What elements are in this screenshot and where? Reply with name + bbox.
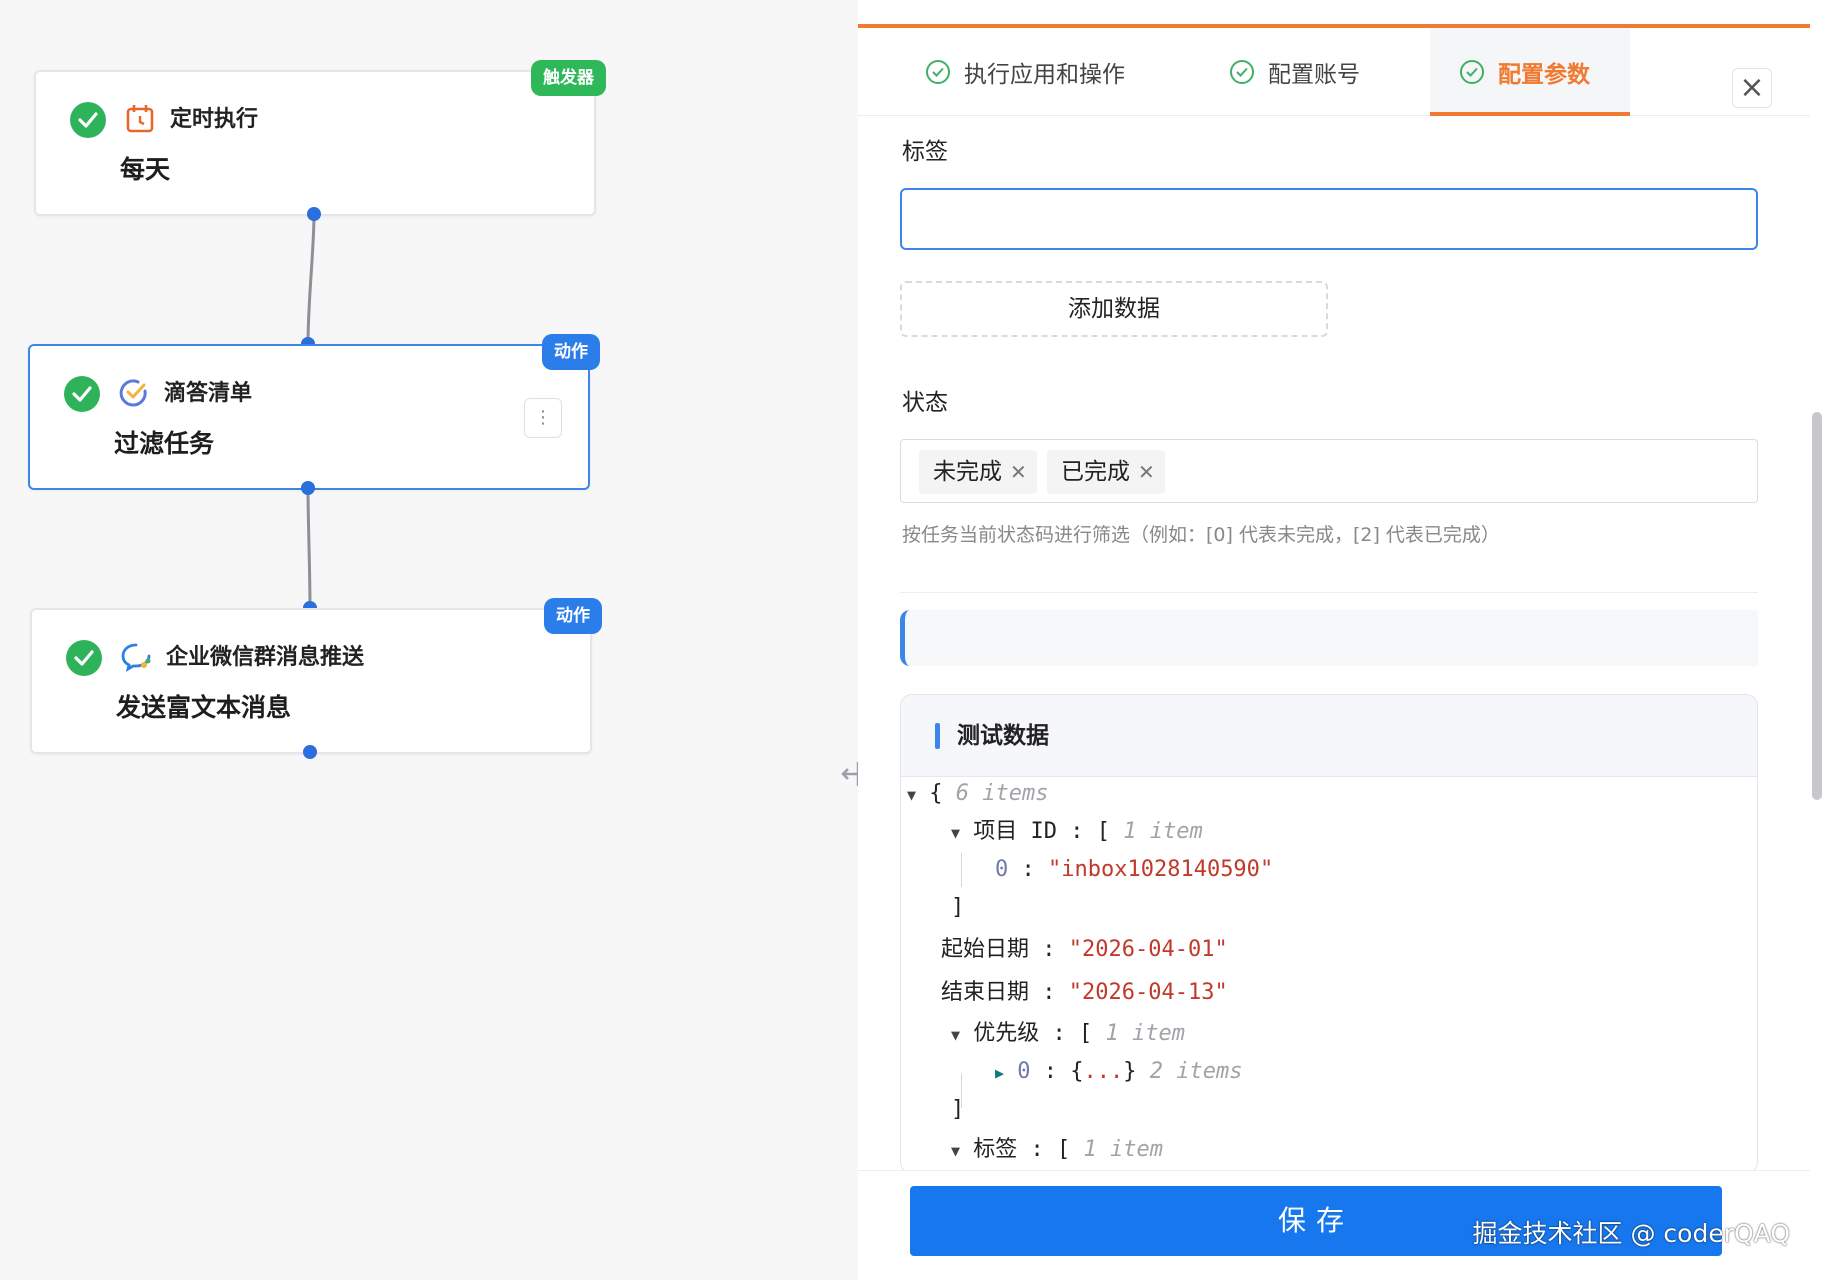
json-root[interactable]: ▼ { 6 items bbox=[907, 777, 1049, 812]
node-operation: 每天 bbox=[120, 155, 171, 184]
divider bbox=[900, 592, 1758, 593]
tab-account[interactable]: 配置账号 bbox=[1230, 28, 1360, 116]
status-chip: 未完成 ✕ bbox=[919, 450, 1037, 494]
action-badge: 动作 bbox=[542, 334, 600, 370]
trigger-badge: 触发器 bbox=[531, 60, 606, 96]
node-app-name: 企业微信群消息推送 bbox=[166, 645, 365, 670]
connector-1 bbox=[306, 213, 316, 345]
success-check-icon bbox=[66, 640, 102, 676]
calendar-clock-icon bbox=[124, 103, 156, 135]
workflow-canvas: 定时执行 每天 触发器 滴答清单 过滤任务 动作 ⋮ 企业微信群消息推送 发送富… bbox=[0, 0, 875, 1280]
status-hint: 按任务当前状态码进行筛选（例如：[0] 代表未完成，[2] 代表已完成） bbox=[902, 524, 1500, 546]
remove-chip-icon[interactable]: ✕ bbox=[1010, 460, 1027, 484]
node-operation: 发送富文本消息 bbox=[116, 693, 292, 722]
node-out-port[interactable] bbox=[307, 207, 321, 221]
collapse-arrow-icon[interactable]: ▼ bbox=[951, 1142, 960, 1160]
success-check-icon bbox=[70, 102, 106, 138]
json-close: ] bbox=[951, 895, 965, 920]
tab-label: 执行应用和操作 bbox=[964, 62, 1125, 88]
json-key-priority[interactable]: ▼ 优先级 : [ 1 item bbox=[951, 1017, 1185, 1052]
ticktick-icon bbox=[118, 377, 150, 409]
test-data-header: 测试数据 bbox=[901, 695, 1757, 777]
watermark: 掘金技术社区 @ coderQAQ bbox=[1472, 1219, 1790, 1248]
tab-app-and-operation[interactable]: 执行应用和操作 bbox=[926, 28, 1125, 116]
flow-node-dida-filter[interactable]: 滴答清单 过滤任务 动作 ⋮ bbox=[28, 334, 600, 490]
json-key-start-date: 起始日期 : "2026-04-01" bbox=[941, 937, 1228, 962]
test-data-title: 测试数据 bbox=[957, 723, 1049, 749]
test-data-panel: 测试数据 ▼ { 6 items ▼ 项目 ID : [ 1 item 0 : … bbox=[900, 694, 1758, 1174]
tab-parameters[interactable]: 配置参数 bbox=[1430, 28, 1630, 116]
step-tabs: 执行应用和操作 配置账号 配置参数 × bbox=[858, 28, 1810, 116]
tag-field-label: 标签 bbox=[902, 139, 948, 165]
section-bar bbox=[900, 610, 1758, 666]
chip-label: 已完成 bbox=[1061, 459, 1130, 485]
node-operation: 过滤任务 bbox=[114, 429, 215, 458]
more-options-button[interactable]: ⋮ bbox=[524, 398, 562, 438]
node-out-port[interactable] bbox=[303, 745, 317, 759]
tab-label: 配置账号 bbox=[1268, 62, 1360, 88]
json-close: ] bbox=[951, 1097, 965, 1122]
tab-label: 配置参数 bbox=[1498, 62, 1590, 88]
node-out-port[interactable] bbox=[301, 481, 315, 495]
node-app-name: 定时执行 bbox=[170, 107, 259, 132]
close-icon: × bbox=[1739, 70, 1765, 105]
header-accent bbox=[935, 723, 940, 749]
check-circle-icon bbox=[926, 60, 950, 84]
remove-chip-icon[interactable]: ✕ bbox=[1138, 460, 1155, 484]
json-viewer: ▼ { 6 items ▼ 项目 ID : [ 1 item 0 : "inbo… bbox=[901, 777, 1757, 1173]
json-key-tag[interactable]: ▼ 标签 : [ 1 item bbox=[951, 1133, 1163, 1168]
flow-node-trigger[interactable]: 定时执行 每天 触发器 bbox=[34, 60, 606, 216]
collapse-arrow-icon[interactable]: ▼ bbox=[951, 1026, 960, 1044]
node-app-name: 滴答清单 bbox=[164, 381, 253, 406]
connector-2 bbox=[306, 487, 312, 609]
json-key-project-id[interactable]: ▼ 项目 ID : [ 1 item bbox=[951, 815, 1203, 850]
json-item-collapsed[interactable]: ▶ 0 : {...} 2 items bbox=[995, 1055, 1242, 1090]
action-badge: 动作 bbox=[544, 598, 602, 634]
json-key-end-date: 结束日期 : "2026-04-13" bbox=[941, 980, 1228, 1005]
close-button[interactable]: × bbox=[1732, 68, 1772, 108]
tree-guide bbox=[961, 853, 962, 887]
collapse-arrow-icon[interactable]: ▼ bbox=[951, 824, 960, 842]
status-select[interactable]: 未完成 ✕ 已完成 ✕ bbox=[900, 439, 1758, 503]
add-data-button[interactable]: 添加数据 bbox=[900, 281, 1328, 337]
expand-arrow-icon[interactable]: ▶ bbox=[995, 1064, 1004, 1082]
json-item: 0 : "inbox1028140590" bbox=[995, 857, 1274, 882]
config-panel: 执行应用和操作 配置账号 配置参数 × 标签 添加数据 状态 未完成 ✕ 已完成 ✕… bbox=[858, 0, 1826, 1280]
chip-label: 未完成 bbox=[933, 459, 1002, 485]
tag-input[interactable] bbox=[900, 188, 1758, 250]
wecom-chat-icon bbox=[120, 641, 152, 673]
panel-scrollbar[interactable] bbox=[1812, 412, 1822, 800]
success-check-icon bbox=[64, 376, 100, 412]
check-circle-icon bbox=[1460, 60, 1484, 84]
flow-node-wecom-push[interactable]: 企业微信群消息推送 发送富文本消息 动作 bbox=[30, 598, 602, 754]
status-field-label: 状态 bbox=[902, 390, 948, 416]
check-circle-icon bbox=[1230, 60, 1254, 84]
collapse-arrow-icon[interactable]: ▼ bbox=[907, 786, 916, 804]
status-chip: 已完成 ✕ bbox=[1047, 450, 1165, 494]
